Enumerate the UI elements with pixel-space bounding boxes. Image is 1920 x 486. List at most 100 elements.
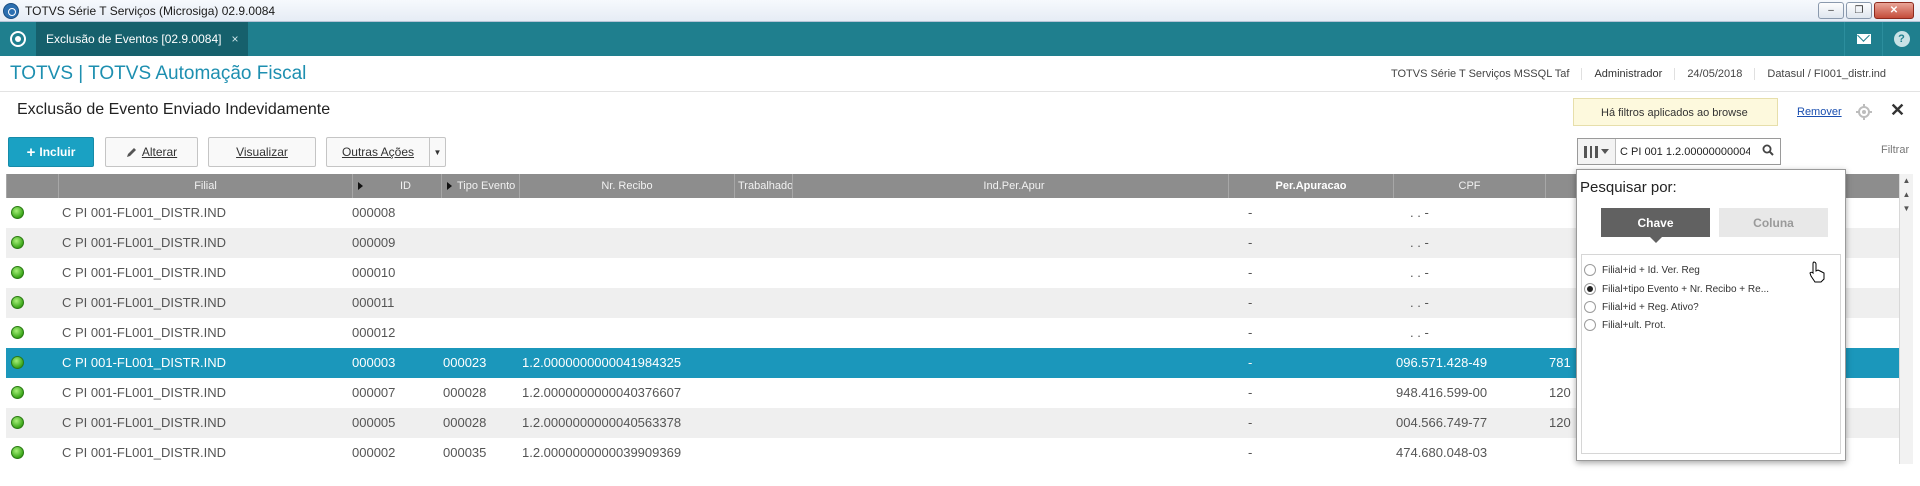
minimize-button[interactable]: – xyxy=(1818,2,1844,19)
status-green-icon xyxy=(11,206,24,219)
date-label: 24/05/2018 xyxy=(1674,68,1754,80)
visualizar-label: Visualizar xyxy=(236,145,288,159)
chevron-down-icon[interactable]: ▼ xyxy=(429,138,445,166)
radio-button[interactable] xyxy=(1584,319,1596,331)
cell-recibo: 1.2.0000000000040376607 xyxy=(522,385,682,400)
cell-extra: 120 xyxy=(1549,385,1571,400)
gear-icon[interactable] xyxy=(1855,103,1873,121)
cell-per: - xyxy=(1248,415,1253,430)
col-trabalhador[interactable]: Trabalhador xyxy=(734,174,792,198)
home-button[interactable] xyxy=(0,22,36,56)
search-index-options: Filial+id + Id. Ver. Reg Filial+tipo Eve… xyxy=(1581,254,1841,454)
search-box xyxy=(1577,138,1781,165)
search-input[interactable] xyxy=(1620,142,1750,161)
search-mode-button[interactable] xyxy=(1578,139,1616,164)
scroll-up-icon[interactable]: ▲ xyxy=(1900,188,1913,202)
status-green-icon xyxy=(11,236,24,249)
session-info: TOTVS Série T Serviços MSSQL Taf Adminis… xyxy=(1379,56,1898,92)
tab-bar: Exclusão de Eventos [02.9.0084] × ? xyxy=(0,22,1920,56)
incluir-button[interactable]: + Incluir xyxy=(8,137,94,167)
close-page-icon[interactable]: ✕ xyxy=(1890,100,1905,121)
status-green-icon xyxy=(11,326,24,339)
cell-filial: C PI 001-FL001_DISTR.IND xyxy=(62,265,227,280)
search-panel-title: Pesquisar por: xyxy=(1580,179,1677,196)
app-logo-icon xyxy=(3,3,19,19)
cell-cpf: . . - xyxy=(1410,325,1429,340)
cell-cpf: . . - xyxy=(1410,295,1429,310)
grid-scrollbar[interactable]: ▲ ▲ ▼ xyxy=(1899,174,1913,464)
cell-per: - xyxy=(1248,205,1253,220)
status-green-icon xyxy=(11,296,24,309)
scroll-down-icon[interactable]: ▼ xyxy=(1900,202,1913,216)
cell-cpf: . . - xyxy=(1410,265,1429,280)
tab-exclusao-eventos[interactable]: Exclusão de Eventos [02.9.0084] × xyxy=(36,22,249,56)
cell-id: 000008 xyxy=(352,205,396,220)
window-close-button[interactable]: ✕ xyxy=(1874,2,1914,19)
restore-button[interactable]: ❐ xyxy=(1846,2,1872,19)
remove-filter-link[interactable]: Remover xyxy=(1797,106,1842,118)
col-tipo-evento[interactable]: Tipo Evento xyxy=(441,174,525,198)
user-label: Administrador xyxy=(1581,68,1674,80)
outras-acoes-button[interactable]: Outras Ações ▼ xyxy=(326,137,446,167)
cell-cpf: 004.566.749-77 xyxy=(1396,415,1488,430)
cell-per: - xyxy=(1248,355,1253,370)
cell-filial: C PI 001-FL001_DISTR.IND xyxy=(62,205,227,220)
tab-label: Exclusão de Eventos [02.9.0084] xyxy=(46,32,222,46)
filtrar-link[interactable]: Filtrar xyxy=(1881,144,1909,156)
search-mode-coluna[interactable]: Coluna xyxy=(1719,208,1828,237)
cell-per: - xyxy=(1248,325,1253,340)
columns-icon xyxy=(1584,145,1598,158)
window-titlebar: TOTVS Série T Serviços (Microsiga) 02.9.… xyxy=(0,0,1920,22)
alterar-button[interactable]: Alterar xyxy=(105,137,198,167)
chevron-down-icon xyxy=(1601,149,1609,154)
col-ind-per-apur[interactable]: Ind.Per.Apur xyxy=(792,174,1235,198)
cell-tipo: 000028 xyxy=(443,385,487,400)
search-icon[interactable] xyxy=(1762,144,1774,156)
col-nr-recibo[interactable]: Nr. Recibo xyxy=(519,174,734,198)
cell-filial: C PI 001-FL001_DISTR.IND xyxy=(62,355,227,370)
cell-id: 000005 xyxy=(352,415,396,430)
help-button[interactable]: ? xyxy=(1882,22,1920,56)
cell-tipo: 000035 xyxy=(443,445,487,460)
cell-cpf: 474.680.048-03 xyxy=(1396,445,1488,460)
radio-button[interactable] xyxy=(1584,301,1596,313)
col-filial[interactable]: Filial xyxy=(58,174,352,198)
tab-close-icon[interactable]: × xyxy=(231,32,238,46)
mail-icon xyxy=(1856,34,1871,44)
col-status[interactable] xyxy=(6,174,58,198)
cell-id: 000002 xyxy=(352,445,396,460)
help-icon: ? xyxy=(1893,31,1910,47)
cell-per: - xyxy=(1248,445,1253,460)
messages-button[interactable] xyxy=(1844,22,1882,56)
cell-per: - xyxy=(1248,295,1253,310)
search-option[interactable]: Filial+id + Id. Ver. Reg xyxy=(1584,264,1700,276)
filter-notice: Há filtros aplicados ao browse xyxy=(1573,98,1778,126)
search-option[interactable]: Filial+id + Reg. Ativo? xyxy=(1584,301,1699,313)
cell-filial: C PI 001-FL001_DISTR.IND xyxy=(62,385,227,400)
cell-filial: C PI 001-FL001_DISTR.IND xyxy=(62,415,227,430)
col-cpf[interactable]: CPF xyxy=(1393,174,1545,198)
cell-id: 000009 xyxy=(352,235,396,250)
search-option[interactable]: Filial+ult. Prot. xyxy=(1584,319,1666,331)
status-green-icon xyxy=(11,416,24,429)
col-per-apuracao[interactable]: Per.Apuracao xyxy=(1228,174,1393,198)
cell-per: - xyxy=(1248,235,1253,250)
app-window: TOTVS Série T Serviços (Microsiga) 02.9.… xyxy=(0,0,1920,486)
cell-tipo: 000028 xyxy=(443,415,487,430)
filter-notice-text: Há filtros aplicados ao browse xyxy=(1601,107,1748,119)
cell-id: 000011 xyxy=(352,295,395,310)
radio-button[interactable] xyxy=(1584,283,1596,295)
cell-per: - xyxy=(1248,385,1253,400)
cell-recibo: 1.2.0000000000039909369 xyxy=(522,445,682,460)
search-option[interactable]: Filial+tipo Evento + Nr. Recibo + Re... xyxy=(1584,283,1769,295)
col-id[interactable]: ID xyxy=(352,174,447,198)
radio-button[interactable] xyxy=(1584,264,1596,276)
status-green-icon xyxy=(11,266,24,279)
visualizar-button[interactable]: Visualizar xyxy=(208,137,316,167)
search-mode-chave[interactable]: Chave xyxy=(1601,208,1710,243)
cell-id: 000012 xyxy=(352,325,396,340)
scroll-up-icon[interactable]: ▲ xyxy=(1900,174,1913,188)
search-options-panel: Pesquisar por: Chave Coluna Filial+id + … xyxy=(1576,169,1846,461)
outras-acoes-label: Outras Ações xyxy=(341,145,415,159)
cell-id: 000010 xyxy=(352,265,396,280)
